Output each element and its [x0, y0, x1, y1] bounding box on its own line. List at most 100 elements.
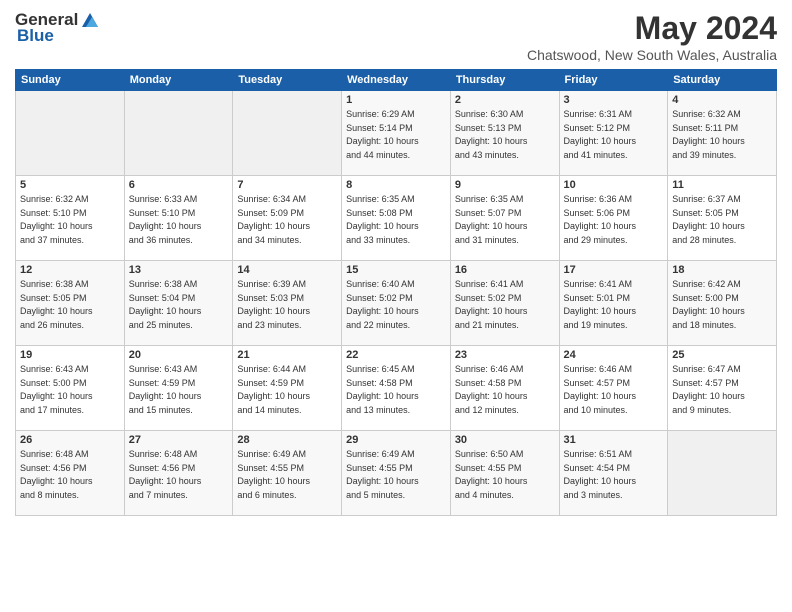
day-number: 7 — [237, 179, 337, 191]
table-row: 19 Sunrise: 6:43 AMSunset: 5:00 PMDayligh… — [16, 346, 125, 431]
day-info: Sunrise: 6:39 AMSunset: 5:03 PMDaylight:… — [237, 279, 310, 330]
table-row: 4 Sunrise: 6:32 AMSunset: 5:11 PMDaylight… — [668, 91, 777, 176]
day-number: 22 — [346, 349, 446, 361]
table-row: 1 Sunrise: 6:29 AMSunset: 5:14 PMDaylight… — [342, 91, 451, 176]
day-number: 28 — [237, 434, 337, 446]
table-row: 12Sunrise: 6:38 AMSunset: 5:05 PMDayligh… — [16, 261, 125, 346]
table-row: 3 Sunrise: 6:31 AMSunset: 5:12 PMDaylight… — [559, 91, 668, 176]
day-info: Sunrise: 6:41 AMSunset: 5:01 PMDaylight:… — [564, 279, 637, 330]
day-info: Sunrise: 6:34 AMSunset: 5:09 PMDaylight:… — [237, 194, 310, 245]
day-number: 16 — [455, 264, 555, 276]
day-number: 3 — [564, 94, 664, 106]
table-row: 15Sunrise: 6:40 AMSunset: 5:02 PMDayligh… — [342, 261, 451, 346]
day-info: Sunrise: 6:35 AMSunset: 5:08 PMDaylight:… — [346, 194, 419, 245]
logo-icon — [80, 13, 100, 27]
day-info: Sunrise: 6:40 AMSunset: 5:02 PMDaylight:… — [346, 279, 419, 330]
table-row: 20 Sunrise: 6:43 AMSunset: 4:59 PMDayligh… — [124, 346, 233, 431]
day-info: Sunrise: 6:46 AMSunset: 4:58 PMDaylight:… — [455, 364, 528, 415]
col-monday: Monday — [124, 70, 233, 91]
day-number: 23 — [455, 349, 555, 361]
location: Chatswood, New South Wales, Australia — [527, 47, 777, 63]
day-info: Sunrise: 6:33 AMSunset: 5:10 PMDaylight:… — [129, 194, 202, 245]
day-number: 1 — [346, 94, 446, 106]
table-row — [233, 91, 342, 176]
table-row: 27 Sunrise: 6:48 AMSunset: 4:56 PMDayligh… — [124, 431, 233, 516]
table-row: 25 Sunrise: 6:47 AMSunset: 4:57 PMDayligh… — [668, 346, 777, 431]
day-info: Sunrise: 6:35 AMSunset: 5:07 PMDaylight:… — [455, 194, 528, 245]
table-row: 22 Sunrise: 6:45 AMSunset: 4:58 PMDayligh… — [342, 346, 451, 431]
day-info: Sunrise: 6:29 AMSunset: 5:14 PMDaylight:… — [346, 109, 419, 160]
table-row: 28 Sunrise: 6:49 AMSunset: 4:55 PMDayligh… — [233, 431, 342, 516]
day-number: 29 — [346, 434, 446, 446]
day-number: 25 — [672, 349, 772, 361]
day-number: 11 — [672, 179, 772, 191]
table-row: 14Sunrise: 6:39 AMSunset: 5:03 PMDayligh… — [233, 261, 342, 346]
day-info: Sunrise: 6:49 AMSunset: 4:55 PMDaylight:… — [346, 449, 419, 500]
col-tuesday: Tuesday — [233, 70, 342, 91]
table-row: 21Sunrise: 6:44 AMSunset: 4:59 PMDayligh… — [233, 346, 342, 431]
day-info: Sunrise: 6:31 AMSunset: 5:12 PMDaylight:… — [564, 109, 637, 160]
table-row: 9 Sunrise: 6:35 AMSunset: 5:07 PMDaylight… — [450, 176, 559, 261]
day-info: Sunrise: 6:45 AMSunset: 4:58 PMDaylight:… — [346, 364, 419, 415]
day-info: Sunrise: 6:43 AMSunset: 4:59 PMDaylight:… — [129, 364, 202, 415]
day-info: Sunrise: 6:32 AMSunset: 5:10 PMDaylight:… — [20, 194, 93, 245]
day-info: Sunrise: 6:49 AMSunset: 4:55 PMDaylight:… — [237, 449, 310, 500]
day-info: Sunrise: 6:32 AMSunset: 5:11 PMDaylight:… — [672, 109, 745, 160]
table-row: 5 Sunrise: 6:32 AMSunset: 5:10 PMDaylight… — [16, 176, 125, 261]
col-saturday: Saturday — [668, 70, 777, 91]
day-info: Sunrise: 6:38 AMSunset: 5:05 PMDaylight:… — [20, 279, 93, 330]
day-info: Sunrise: 6:50 AMSunset: 4:55 PMDaylight:… — [455, 449, 528, 500]
table-row: 16 Sunrise: 6:41 AMSunset: 5:02 PMDayligh… — [450, 261, 559, 346]
table-row: 10 Sunrise: 6:36 AMSunset: 5:06 PMDayligh… — [559, 176, 668, 261]
table-row: 13 Sunrise: 6:38 AMSunset: 5:04 PMDayligh… — [124, 261, 233, 346]
col-friday: Friday — [559, 70, 668, 91]
day-number: 19 — [20, 349, 120, 361]
day-info: Sunrise: 6:42 AMSunset: 5:00 PMDaylight:… — [672, 279, 745, 330]
day-number: 8 — [346, 179, 446, 191]
day-info: Sunrise: 6:48 AMSunset: 4:56 PMDaylight:… — [129, 449, 202, 500]
table-row: 11 Sunrise: 6:37 AMSunset: 5:05 PMDayligh… — [668, 176, 777, 261]
table-row: 26 Sunrise: 6:48 AMSunset: 4:56 PMDayligh… — [16, 431, 125, 516]
day-number: 4 — [672, 94, 772, 106]
table-row: 17 Sunrise: 6:41 AMSunset: 5:01 PMDayligh… — [559, 261, 668, 346]
table-row: 7 Sunrise: 6:34 AMSunset: 5:09 PMDaylight… — [233, 176, 342, 261]
table-row — [124, 91, 233, 176]
day-info: Sunrise: 6:44 AMSunset: 4:59 PMDaylight:… — [237, 364, 310, 415]
day-number: 13 — [129, 264, 229, 276]
day-info: Sunrise: 6:46 AMSunset: 4:57 PMDaylight:… — [564, 364, 637, 415]
day-number: 31 — [564, 434, 664, 446]
col-thursday: Thursday — [450, 70, 559, 91]
day-info: Sunrise: 6:36 AMSunset: 5:06 PMDaylight:… — [564, 194, 637, 245]
table-row: 6Sunrise: 6:33 AMSunset: 5:10 PMDaylight… — [124, 176, 233, 261]
day-info: Sunrise: 6:37 AMSunset: 5:05 PMDaylight:… — [672, 194, 745, 245]
table-row: 23 Sunrise: 6:46 AMSunset: 4:58 PMDayligh… — [450, 346, 559, 431]
page-header: General Blue May 2024 Chatswood, New Sou… — [15, 10, 777, 63]
logo-blue: Blue — [17, 26, 54, 46]
day-number: 24 — [564, 349, 664, 361]
day-number: 2 — [455, 94, 555, 106]
day-number: 17 — [564, 264, 664, 276]
day-number: 18 — [672, 264, 772, 276]
calendar-page: General Blue May 2024 Chatswood, New Sou… — [0, 0, 792, 612]
month-title: May 2024 — [527, 10, 777, 47]
day-info: Sunrise: 6:38 AMSunset: 5:04 PMDaylight:… — [129, 279, 202, 330]
col-wednesday: Wednesday — [342, 70, 451, 91]
day-info: Sunrise: 6:41 AMSunset: 5:02 PMDaylight:… — [455, 279, 528, 330]
day-number: 26 — [20, 434, 120, 446]
day-number: 27 — [129, 434, 229, 446]
table-row: 30 Sunrise: 6:50 AMSunset: 4:55 PMDayligh… — [450, 431, 559, 516]
day-number: 20 — [129, 349, 229, 361]
day-number: 10 — [564, 179, 664, 191]
table-row — [16, 91, 125, 176]
calendar-header-row: Sunday Monday Tuesday Wednesday Thursday… — [16, 70, 777, 91]
table-row — [668, 431, 777, 516]
table-row: 29 Sunrise: 6:49 AMSunset: 4:55 PMDayligh… — [342, 431, 451, 516]
day-number: 5 — [20, 179, 120, 191]
day-info: Sunrise: 6:43 AMSunset: 5:00 PMDaylight:… — [20, 364, 93, 415]
day-number: 30 — [455, 434, 555, 446]
day-info: Sunrise: 6:47 AMSunset: 4:57 PMDaylight:… — [672, 364, 745, 415]
col-sunday: Sunday — [16, 70, 125, 91]
table-row: 18 Sunrise: 6:42 AMSunset: 5:00 PMDayligh… — [668, 261, 777, 346]
day-number: 9 — [455, 179, 555, 191]
day-info: Sunrise: 6:48 AMSunset: 4:56 PMDaylight:… — [20, 449, 93, 500]
